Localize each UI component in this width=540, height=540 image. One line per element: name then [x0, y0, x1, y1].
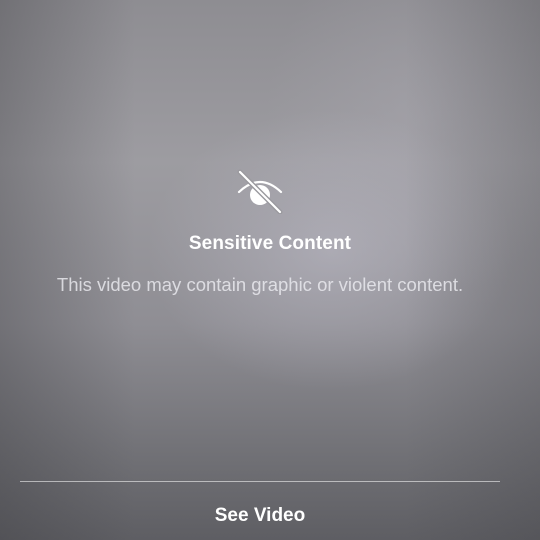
see-video-button[interactable]: See Video: [160, 494, 360, 538]
eye-slash-icon: [237, 169, 283, 214]
blurred-video-overlay: Sensitive Content This video may contain…: [0, 0, 540, 540]
sensitive-content-screen: Sensitive Content This video may contain…: [0, 0, 540, 540]
warning-title: Sensitive Content: [188, 233, 352, 254]
divider: [20, 481, 500, 482]
warning-description: This video may contain graphic or violen…: [56, 274, 464, 295]
